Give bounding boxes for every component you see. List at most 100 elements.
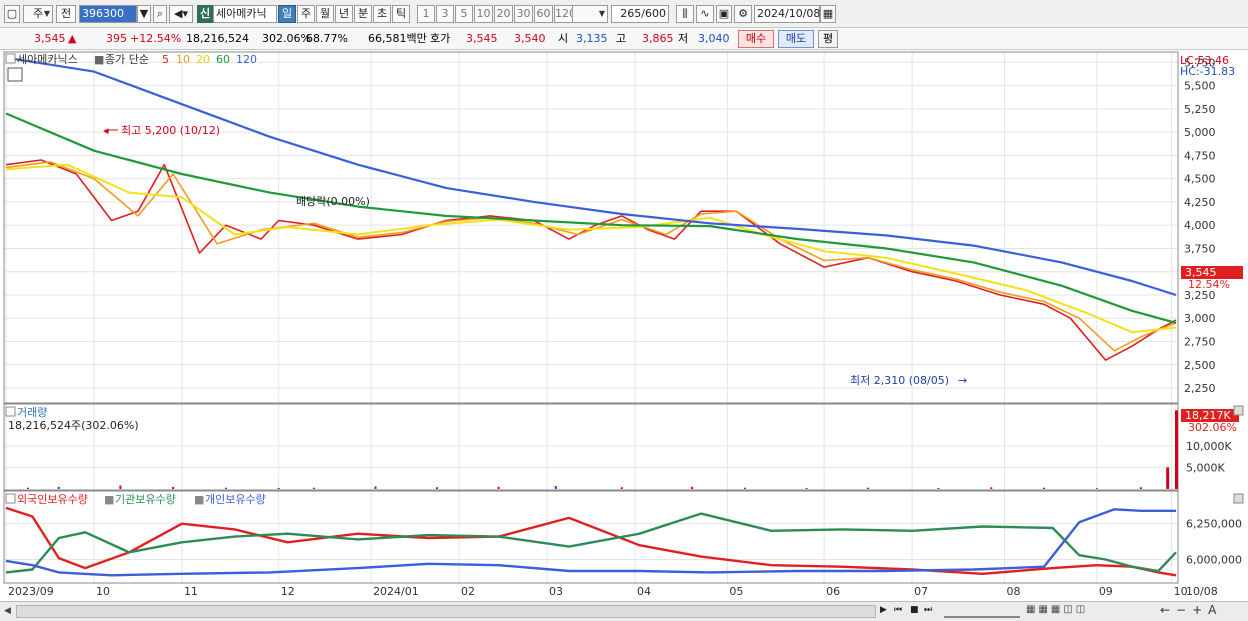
stock-code-input[interactable]: 396300 xyxy=(79,5,137,23)
trade-amount: 66,581백만 xyxy=(368,32,427,45)
zoom-controls[interactable]: ←−+A xyxy=(1160,603,1240,619)
volume-bar xyxy=(691,486,694,489)
volume-tick-label: 5,000K xyxy=(1186,461,1225,474)
interval-button[interactable]: 3 xyxy=(436,5,454,23)
volume-bar xyxy=(436,487,439,489)
scroll-left-icon[interactable]: ◀ xyxy=(4,606,14,617)
window-icon[interactable]: ▢ xyxy=(4,5,20,23)
play-icon[interactable]: ▶ xyxy=(880,605,892,618)
timeframe-button[interactable]: 초 xyxy=(373,5,391,23)
bar-count-field[interactable]: 265/600 xyxy=(611,5,669,23)
period-unit-select[interactable]: 주 ▼ xyxy=(23,5,53,23)
price-tick-label: 2,500 xyxy=(1184,359,1216,372)
timeframe-button[interactable]: 틱 xyxy=(392,5,410,23)
stop-icon[interactable]: ■ xyxy=(910,605,922,618)
volume-title: 거래량 xyxy=(17,406,47,419)
volume-bar xyxy=(277,487,280,489)
sound-icon[interactable]: ◀▾ xyxy=(169,5,193,23)
grid-toggle-icon[interactable] xyxy=(7,67,23,82)
low-note: 최저 2,310 (08/05) xyxy=(850,374,949,387)
open-price: 3,135 xyxy=(576,32,608,45)
search-icon[interactable]: ⌕ xyxy=(153,5,167,23)
indicator-icon[interactable]: ∿ xyxy=(696,5,714,23)
volume-bar xyxy=(937,487,940,489)
current-pct-tag: 12.54% xyxy=(1188,278,1230,291)
right-arrow-icon: → xyxy=(958,374,967,387)
volume-bar xyxy=(743,487,746,489)
dividend-note: 배당락(0.00%) xyxy=(296,195,370,208)
ma10-label: 10 xyxy=(176,53,190,66)
volume-bar xyxy=(26,487,29,489)
tool-icons[interactable]: ▦▦▦◫◫ xyxy=(1026,604,1106,618)
stock-chart[interactable]: 5,7505,5005,2505,0004,7504,5004,2504,000… xyxy=(0,51,1248,601)
price-tick-label: 2,750 xyxy=(1184,336,1216,349)
high-label: 고 xyxy=(616,32,627,45)
ma-label: 종가 단순 xyxy=(105,53,149,66)
bar-count-total: /600 xyxy=(641,7,666,20)
flat-button[interactable]: 평 xyxy=(818,30,838,48)
ma20-label: 20 xyxy=(196,53,210,66)
interval-button[interactable]: 20 xyxy=(494,5,513,23)
volume-tick-label: 10,000K xyxy=(1186,440,1232,453)
quote-bar: 3,545 ▲ 395 +12.54% 18,216,524 302.06% 6… xyxy=(0,28,1248,50)
volume-bar xyxy=(1139,487,1142,489)
code-dropdown-icon[interactable]: ▼ xyxy=(137,5,151,23)
ma60-label: 60 xyxy=(216,53,230,66)
buy-button[interactable]: 매수 xyxy=(738,30,774,48)
price-tick-label: 3,750 xyxy=(1184,242,1216,255)
stock-name-label: 세아메카닉스 xyxy=(17,53,78,66)
legend-marker-icon: ■ xyxy=(94,53,104,66)
chevron-down-icon: ▼ xyxy=(43,9,50,18)
volume-bar xyxy=(497,486,500,489)
gear-icon[interactable]: ⚙ xyxy=(734,5,752,23)
timeframe-button[interactable]: 분 xyxy=(354,5,372,23)
prev-button[interactable]: 전 xyxy=(56,5,76,23)
current-price: 3,545 xyxy=(34,32,66,45)
scroll-track[interactable] xyxy=(16,605,876,618)
turnover-ratio: 68.77% xyxy=(306,32,348,45)
bid-label: 호가 xyxy=(430,32,451,45)
chevron-down-icon: ▼ xyxy=(598,9,605,18)
ma120-label: 120 xyxy=(236,53,257,66)
retail-holding-label: 개인보유수량 xyxy=(205,493,266,506)
x-tick-label: 06 xyxy=(826,585,840,598)
price-tick-label: 4,250 xyxy=(1184,196,1216,209)
price-change: 395 xyxy=(106,32,127,45)
speed-slider[interactable] xyxy=(944,605,1020,618)
price-change-pct: +12.54% xyxy=(130,32,182,45)
forward-icon[interactable]: ⏭ xyxy=(924,605,938,618)
date-field[interactable]: 2024/10/08 xyxy=(754,5,820,23)
legend-marker-icon: ■ xyxy=(194,493,204,506)
interval-button[interactable]: 60 xyxy=(534,5,553,23)
interval-button[interactable]: 30 xyxy=(514,5,533,23)
volume-bar xyxy=(867,487,870,489)
bar-count-value: 265 xyxy=(620,7,642,20)
timeframe-button[interactable]: 주 xyxy=(297,5,315,23)
panel-close-icon[interactable] xyxy=(1233,493,1244,504)
sell-button[interactable]: 매도 xyxy=(778,30,814,48)
calendar-icon[interactable]: ▦ xyxy=(820,5,836,23)
interval-button[interactable]: 1 xyxy=(417,5,435,23)
chart-scrollbar[interactable]: ◀ ▶ ⏮ ■ ⏭ ▦▦▦◫◫ ←−+A xyxy=(0,601,1248,621)
volume-bar xyxy=(1043,487,1046,489)
timeframe-button[interactable]: 일 xyxy=(278,5,296,23)
rewind-icon[interactable]: ⏮ xyxy=(894,605,908,618)
high-price: 3,865 xyxy=(642,32,674,45)
volume-bar xyxy=(119,485,122,489)
volume-bar xyxy=(620,487,623,489)
panel-close-icon[interactable] xyxy=(1233,405,1244,416)
interval-button[interactable]: 10 xyxy=(474,5,493,23)
price-tick-label: 3,000 xyxy=(1184,312,1216,325)
timeframe-button[interactable]: 년 xyxy=(335,5,353,23)
volume-bar xyxy=(374,486,377,489)
left-arrow-icon: ◂ xyxy=(103,124,109,137)
price-tick-label: 4,000 xyxy=(1184,219,1216,232)
x-tick-label: 2024/01 xyxy=(373,585,419,598)
candle-icon[interactable]: ⫼ xyxy=(676,5,694,23)
interval-custom-select[interactable]: ▼ xyxy=(572,5,608,23)
timeframe-button[interactable]: 월 xyxy=(316,5,334,23)
save-icon[interactable]: ▣ xyxy=(716,5,732,23)
x-tick-label: 04 xyxy=(637,585,651,598)
interval-button[interactable]: 5 xyxy=(455,5,473,23)
x-tick-label: 07 xyxy=(914,585,928,598)
